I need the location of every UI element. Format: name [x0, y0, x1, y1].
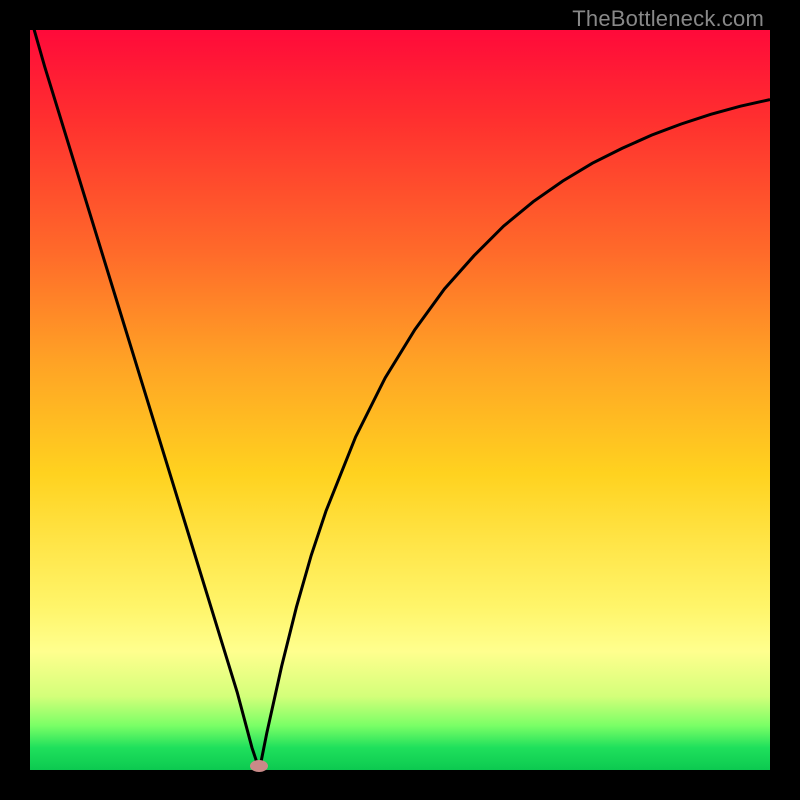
- curve-path: [30, 30, 770, 770]
- plot-area: [30, 30, 770, 770]
- curve-minimum-marker: [250, 760, 268, 772]
- chart-curve: [30, 30, 770, 770]
- chart-stage: TheBottleneck.com: [0, 0, 800, 800]
- watermark-text: TheBottleneck.com: [572, 6, 764, 32]
